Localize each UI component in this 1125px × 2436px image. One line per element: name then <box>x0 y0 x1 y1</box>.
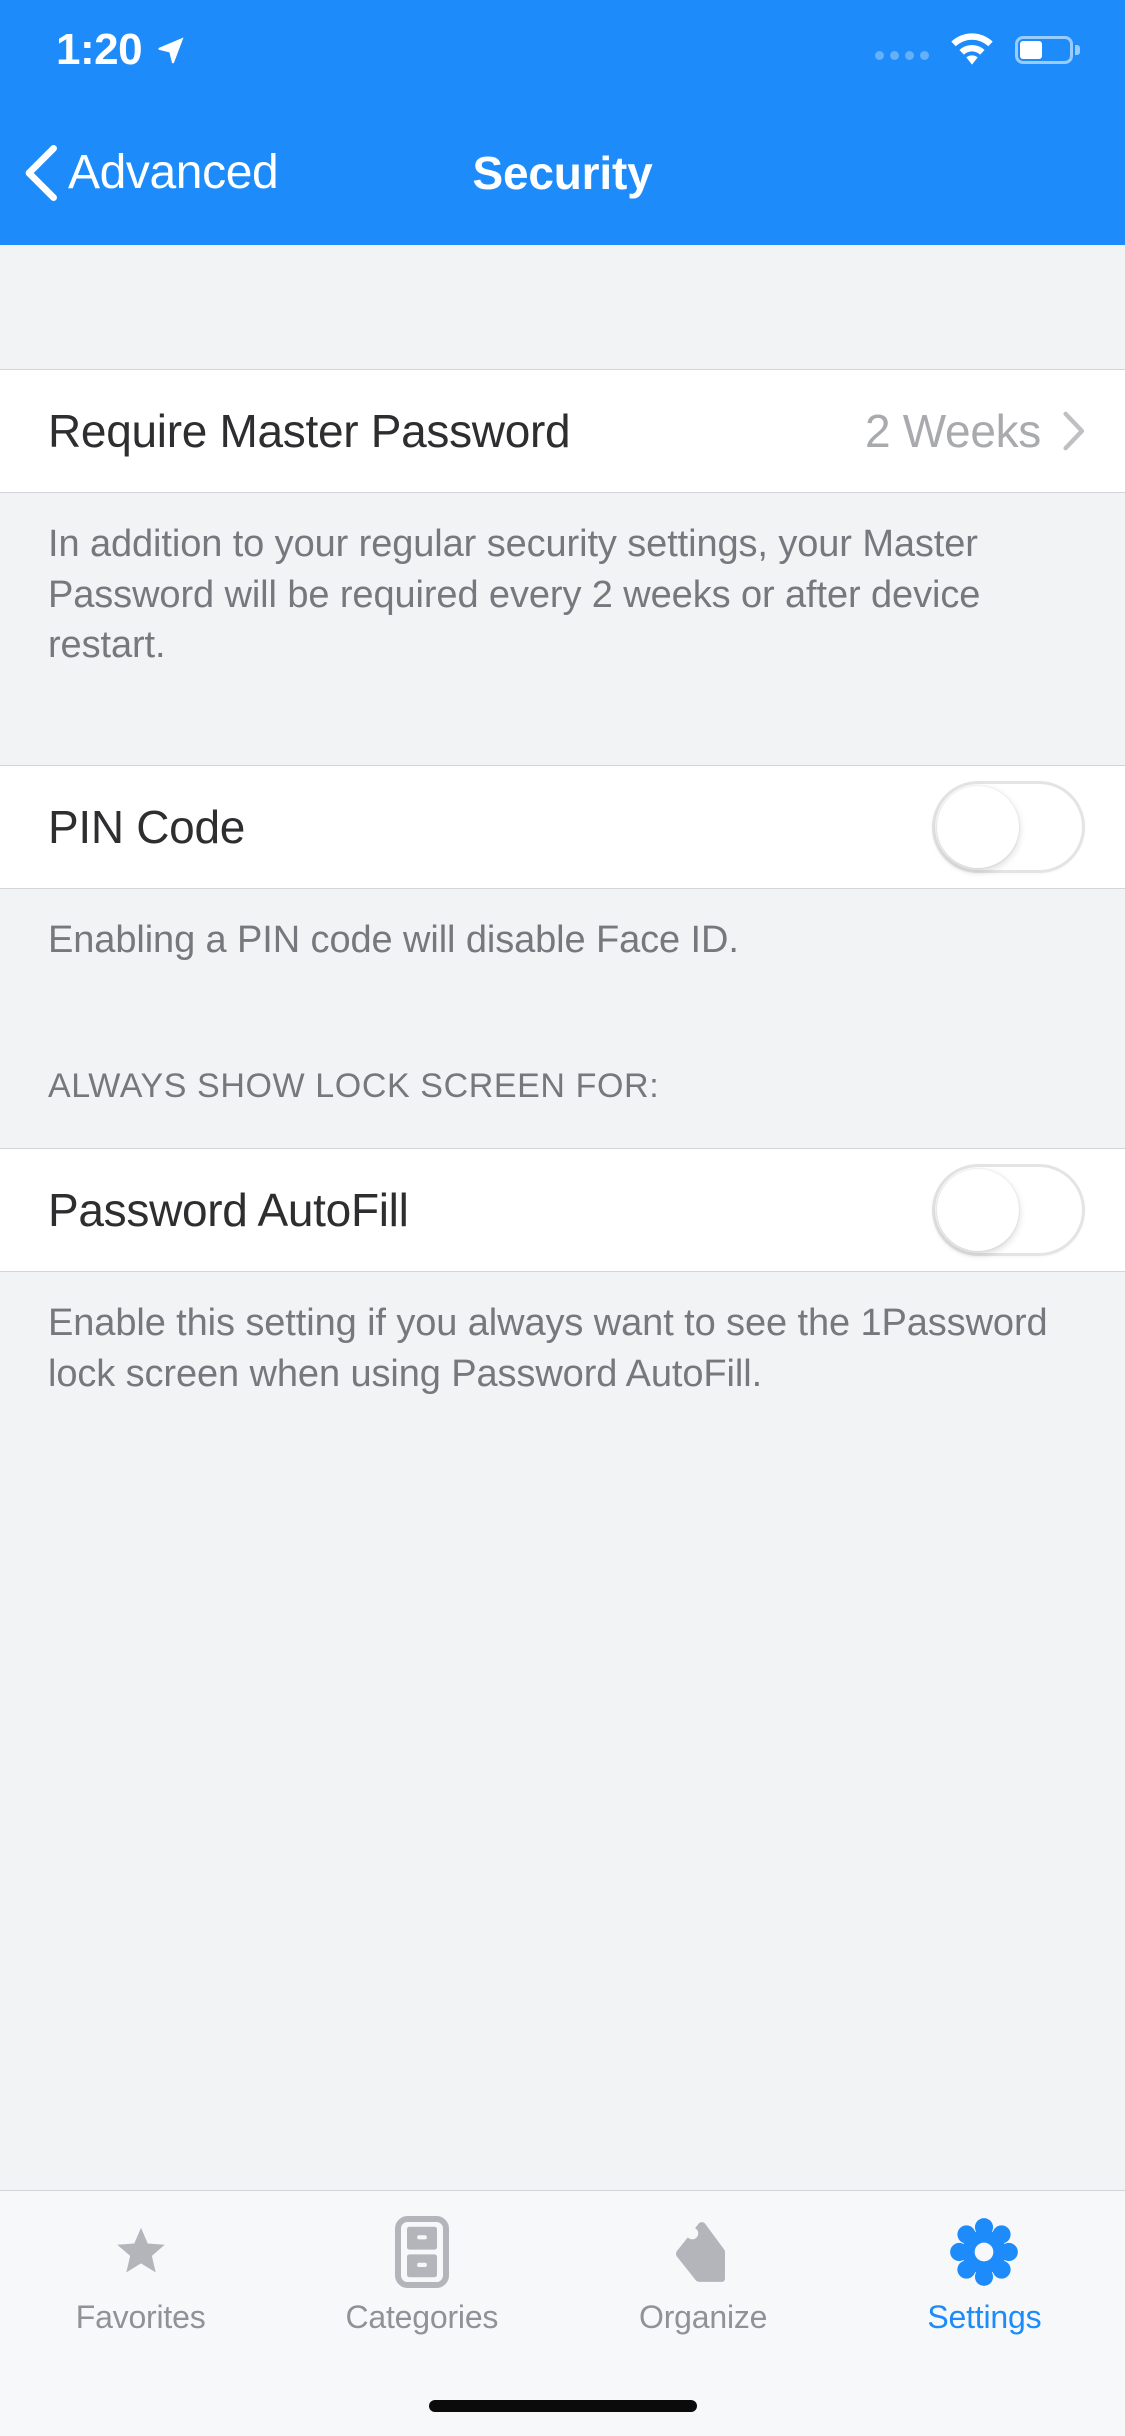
navigation-bar: 1:20 Advanced Security <box>0 0 1125 245</box>
home-indicator <box>428 2400 697 2412</box>
nav-row: Advanced Security <box>0 100 1125 245</box>
status-bar-left: 1:20 <box>56 28 186 72</box>
gear-icon <box>950 2213 1019 2291</box>
toggle-knob <box>937 1169 1019 1252</box>
row-require-master-password[interactable]: Require Master Password 2 Weeks <box>0 369 1125 493</box>
tab-favorites[interactable]: Favorites <box>0 2191 281 2361</box>
top-spacer <box>0 245 1125 369</box>
status-bar-right <box>875 33 1080 67</box>
tag-icon <box>672 2213 734 2291</box>
footer-require-master-password: In addition to your regular security set… <box>48 523 981 667</box>
password-autofill-toggle[interactable] <box>932 1164 1085 1257</box>
wifi-icon <box>951 33 993 65</box>
signal-dots-icon <box>875 40 929 60</box>
row-pin-code[interactable]: PIN Code <box>0 764 1125 889</box>
section-header-always-show-lock-screen: ALWAYS SHOW LOCK SCREEN FOR: <box>48 1067 660 1106</box>
footer-pin-code: Enabling a PIN code will disable Face ID… <box>48 918 739 961</box>
row-password-autofill[interactable]: Password AutoFill <box>0 1148 1125 1273</box>
page-title: Security <box>472 146 653 199</box>
row-label: PIN Code <box>48 800 246 853</box>
row-label: Password AutoFill <box>48 1184 409 1237</box>
settings-list: Require Master Password 2 Weeks In addit… <box>0 245 1125 2190</box>
tab-label: Organize <box>639 2299 768 2335</box>
location-arrow-icon <box>158 37 184 64</box>
footer-password-autofill: Enable this setting if you always want t… <box>48 1302 1048 1395</box>
row-label: Require Master Password <box>48 405 571 457</box>
app-screen: 1:20 Advanced Security Require Master Pa… <box>0 0 1125 2436</box>
chevron-right-icon <box>1063 411 1085 451</box>
tab-label: Categories <box>345 2299 499 2335</box>
tab-bar: Favorites Categories Organize Settings <box>0 2190 1125 2436</box>
tab-label: Settings <box>927 2299 1042 2335</box>
row-value: 2 Weeks <box>864 405 1041 457</box>
tab-organize[interactable]: Organize <box>563 2191 844 2361</box>
tab-bar-items: Favorites Categories Organize Settings <box>0 2191 1125 2361</box>
tab-categories[interactable]: Categories <box>281 2191 562 2361</box>
battery-icon <box>1015 36 1080 64</box>
star-icon <box>110 2213 172 2291</box>
status-bar-time: 1:20 <box>56 25 143 74</box>
status-bar: 1:20 <box>0 0 1125 100</box>
tab-settings[interactable]: Settings <box>844 2191 1125 2361</box>
row-accessory: 2 Weeks <box>865 404 1085 458</box>
tab-label: Favorites <box>75 2299 206 2335</box>
toggle-knob <box>937 785 1019 868</box>
filing-cabinet-icon <box>394 2213 449 2291</box>
pin-code-toggle[interactable] <box>932 780 1085 873</box>
